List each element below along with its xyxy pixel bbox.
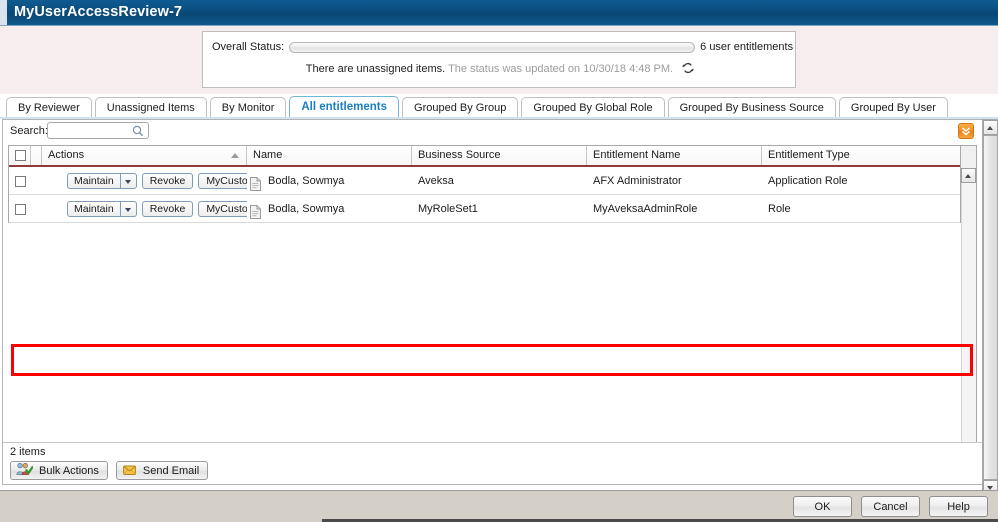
row-spacer <box>31 167 42 195</box>
tab-all-entitlements[interactable]: All entitlements <box>289 96 399 118</box>
unassigned-items-message: There are unassigned items. <box>306 63 445 75</box>
window-vertical-scrollbar[interactable] <box>982 119 998 497</box>
row-name-cell: Bodla, Sowmya <box>247 195 412 223</box>
maintain-button-label: Maintain <box>68 202 120 216</box>
entitlement-count-label: 6 user entitlements <box>700 41 793 53</box>
row-name-text: Bodla, Sowmya <box>268 195 344 223</box>
help-button[interactable]: Help <box>929 496 988 517</box>
row-entitlement-type: Application Role <box>762 167 959 195</box>
row-actions-cell: Maintain Revoke MyCustomState <box>42 167 247 195</box>
search-input[interactable] <box>51 124 133 139</box>
tab-grouped-by-user[interactable]: Grouped By User <box>839 97 948 118</box>
tab-unassigned-items[interactable]: Unassigned Items <box>95 97 207 118</box>
window-title: MyUserAccessReview-7 <box>14 4 182 20</box>
tab-list: By Reviewer Unassigned Items By Monitor … <box>6 96 951 118</box>
cancel-button[interactable]: Cancel <box>861 496 920 517</box>
select-all-checkbox[interactable] <box>15 150 26 161</box>
header-spacer <box>31 146 42 165</box>
row-entitlement-name: AFX Administrator <box>587 167 762 195</box>
entitlements-table: Actions Name Business Source Entitlement… <box>8 145 961 223</box>
select-all-header[interactable] <box>9 146 31 165</box>
row-spacer <box>31 195 42 223</box>
document-icon <box>249 202 262 216</box>
search-icon[interactable] <box>132 125 144 137</box>
application-window: MyUserAccessReview-7 Overall Status: 6 u… <box>0 0 998 522</box>
tab-grouped-by-business-source[interactable]: Grouped By Business Source <box>668 97 836 118</box>
items-count-label: 2 items <box>10 446 45 458</box>
send-email-label: Send Email <box>143 465 199 477</box>
column-header-entitlement-name[interactable]: Entitlement Name <box>587 146 762 165</box>
row-entitlement-type: Role <box>762 195 959 223</box>
table-scroll-up-button[interactable] <box>961 168 976 183</box>
entitlements-table-area: Actions Name Business Source Entitlement… <box>8 145 977 485</box>
revoke-button[interactable]: Revoke <box>142 173 194 189</box>
send-email-button[interactable]: Send Email <box>116 461 208 480</box>
row-select-cell[interactable] <box>9 167 31 195</box>
double-chevron-down-icon <box>960 125 972 137</box>
title-bar-left-cap <box>0 0 7 25</box>
row-checkbox[interactable] <box>15 176 26 187</box>
row-entitlement-name: MyAveksaAdminRole <box>587 195 762 223</box>
panel-footer: 2 items Bulk Actions <box>3 442 982 484</box>
row-name-cell: Bodla, Sowmya <box>247 167 412 195</box>
mycustomstate-button[interactable]: MyCustomState <box>198 173 247 189</box>
table-vertical-scrollbar[interactable] <box>961 145 977 485</box>
table-row[interactable]: Maintain Revoke MyCustomState <box>9 195 960 223</box>
row-actions-cell: Maintain Revoke MyCustomState <box>42 195 247 223</box>
row-checkbox[interactable] <box>15 204 26 215</box>
row-name-text: Bodla, Sowmya <box>268 167 344 195</box>
row-business-source: MyRoleSet1 <box>412 195 587 223</box>
status-updated-message: The status was updated on 10/30/18 4:48 … <box>448 63 673 75</box>
overall-status-row: Overall Status: 6 user entitlements <box>212 41 788 53</box>
search-label: Search: <box>10 125 48 137</box>
highlight-annotation <box>11 344 973 376</box>
entitlements-panel: Search: <box>2 119 983 485</box>
tab-grouped-by-group[interactable]: Grouped By Group <box>402 97 518 118</box>
table-row[interactable]: Maintain Revoke MyCustomState <box>9 167 960 195</box>
window-scroll-thumb[interactable] <box>983 135 998 480</box>
overall-status-label: Overall Status: <box>212 41 284 53</box>
collapse-panel-button[interactable] <box>958 123 974 139</box>
mycustomstate-button[interactable]: MyCustomState <box>198 201 247 217</box>
ok-button[interactable]: OK <box>793 496 852 517</box>
maintain-button-label: Maintain <box>68 174 120 188</box>
table-scroll-track[interactable] <box>961 183 976 446</box>
table-header-row: Actions Name Business Source Entitlement… <box>9 146 960 167</box>
bulk-actions-label: Bulk Actions <box>39 465 99 477</box>
column-header-name[interactable]: Name <box>247 146 412 165</box>
bulk-actions-button[interactable]: Bulk Actions <box>10 461 108 480</box>
tab-by-monitor[interactable]: By Monitor <box>210 97 287 118</box>
maintain-split-button[interactable]: Maintain <box>67 173 137 189</box>
tab-bar: By Reviewer Unassigned Items By Monitor … <box>0 96 998 118</box>
column-header-actions[interactable]: Actions <box>42 146 247 165</box>
search-row: Search: <box>3 120 982 144</box>
row-select-cell[interactable] <box>9 195 31 223</box>
maintain-split-button[interactable]: Maintain <box>67 201 137 217</box>
window-title-bar: MyUserAccessReview-7 <box>0 0 998 26</box>
users-check-icon <box>16 462 33 479</box>
column-header-actions-label: Actions <box>48 149 84 161</box>
overall-status-progress-bar <box>289 42 695 53</box>
document-icon <box>249 174 262 188</box>
revoke-button[interactable]: Revoke <box>142 201 194 217</box>
table-body: Maintain Revoke MyCustomState <box>9 167 960 223</box>
tab-by-reviewer[interactable]: By Reviewer <box>6 97 92 118</box>
dialog-footer: OK Cancel Help <box>0 490 998 522</box>
header-strip: Overall Status: 6 user entitlements Ther… <box>0 26 998 94</box>
status-message-row: There are unassigned items. The status w… <box>203 62 797 75</box>
maintain-dropdown-arrow[interactable] <box>121 202 136 216</box>
dialog-button-group: OK Cancel Help <box>793 496 988 517</box>
column-header-business-source[interactable]: Business Source <box>412 146 587 165</box>
tab-grouped-by-global-role[interactable]: Grouped By Global Role <box>521 97 664 118</box>
sort-ascending-icon <box>231 153 239 158</box>
window-scroll-up-button[interactable] <box>983 120 998 135</box>
maintain-dropdown-arrow[interactable] <box>121 174 136 188</box>
panel-footer-buttons: Bulk Actions Send Email <box>10 461 208 480</box>
row-business-source: Aveksa <box>412 167 587 195</box>
envelope-icon <box>122 463 137 479</box>
column-header-entitlement-type[interactable]: Entitlement Type <box>762 146 959 165</box>
search-field-wrapper[interactable] <box>47 122 149 139</box>
refresh-icon[interactable] <box>682 62 694 74</box>
overall-status-box: Overall Status: 6 user entitlements Ther… <box>202 31 796 88</box>
